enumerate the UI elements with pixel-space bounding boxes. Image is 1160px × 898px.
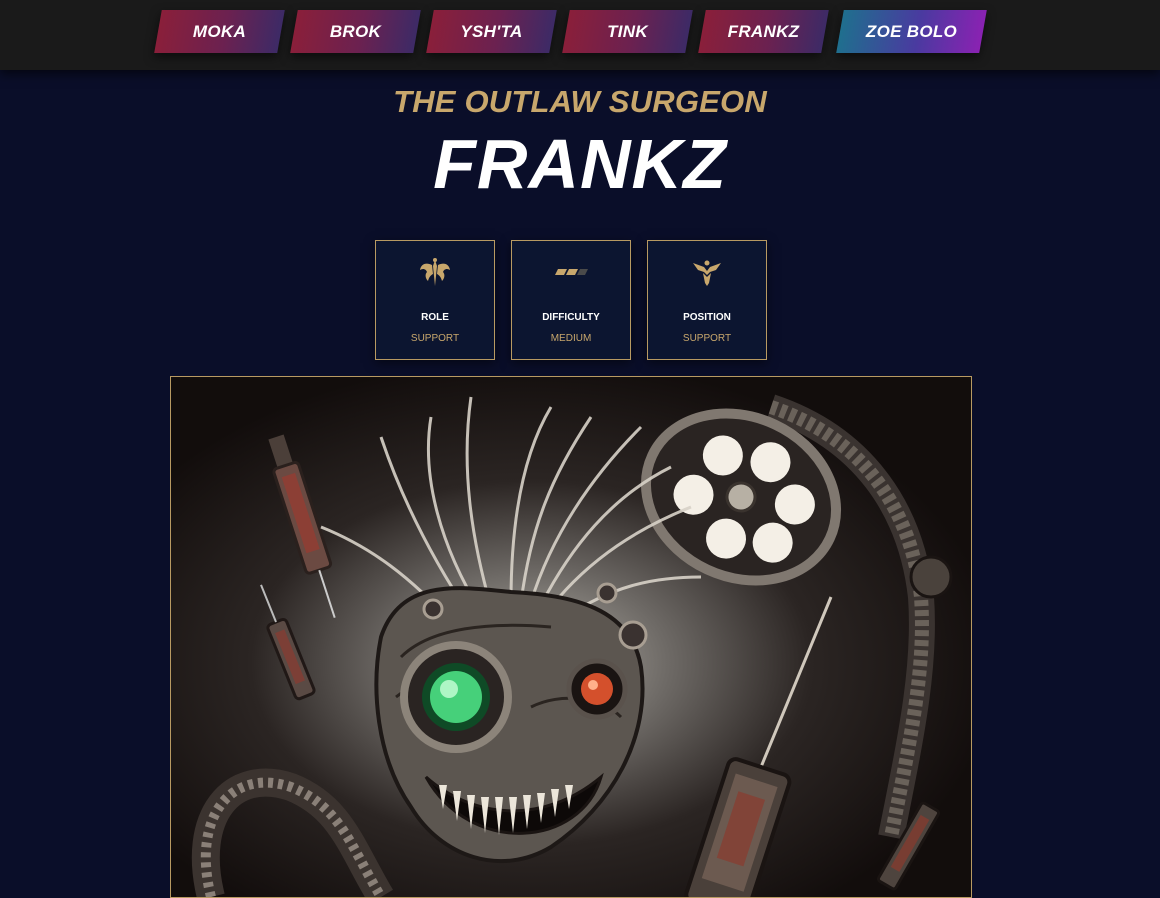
- difficulty-bars-icon: [512, 255, 630, 289]
- support-position-icon: [648, 255, 766, 289]
- tab-label: BROK: [329, 22, 382, 41]
- hero-subtitle: THE OUTLAW SURGEON: [393, 84, 767, 119]
- hero-name: FRANKZ: [433, 125, 727, 203]
- tab-label: YSH'TA: [460, 22, 523, 41]
- tab-tink[interactable]: TINK: [562, 10, 693, 53]
- character-portrait: [170, 376, 972, 898]
- top-nav-bar: MOKA BROK YSH'TA TINK FRANKZ ZOE BOLO: [0, 0, 1160, 70]
- stat-value: MEDIUM: [550, 333, 592, 344]
- stat-label: ROLE: [421, 312, 449, 323]
- stat-value: SUPPORT: [410, 333, 460, 344]
- stat-label: DIFFICULTY: [542, 312, 600, 323]
- tab-yshta[interactable]: YSH'TA: [426, 10, 557, 53]
- stat-card-role: ROLE SUPPORT: [375, 240, 495, 360]
- tab-brok[interactable]: BROK: [290, 10, 421, 53]
- tab-zoe-bolo[interactable]: ZOE BOLO: [836, 10, 987, 53]
- tab-label: MOKA: [192, 22, 247, 41]
- stat-card-difficulty: DIFFICULTY MEDIUM: [511, 240, 631, 360]
- tab-moka[interactable]: MOKA: [154, 10, 285, 53]
- stat-value: SUPPORT: [682, 333, 732, 344]
- tab-label: FRANKZ: [727, 22, 800, 41]
- tab-label: ZOE BOLO: [865, 22, 958, 41]
- wings-emblem-icon: [376, 255, 494, 289]
- tab-label: TINK: [607, 22, 648, 41]
- stat-label: POSITION: [683, 312, 731, 323]
- tab-frankz[interactable]: FRANKZ: [698, 10, 829, 53]
- stat-card-position: POSITION SUPPORT: [647, 240, 767, 360]
